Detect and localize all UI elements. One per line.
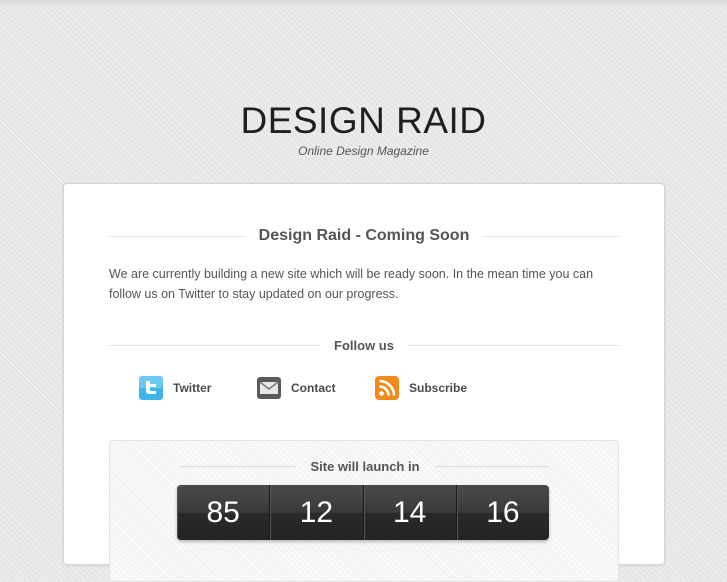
content-card: Design Raid - Coming Soon We are current… [63, 183, 665, 582]
top-shade [0, 0, 727, 8]
countdown-timer: 85 12 14 16 [177, 485, 549, 540]
launch-heading-row: Site will launch in [180, 459, 551, 474]
contact-label: Contact [291, 381, 336, 395]
subscribe-label: Subscribe [409, 381, 468, 395]
intro-text: We are currently building a new site whi… [109, 267, 594, 301]
follow-heading-row: Follow us [109, 338, 620, 353]
countdown-panel: Site will launch in 85 12 14 16 [109, 440, 619, 582]
twitter-link[interactable]: Twitter [139, 376, 257, 400]
launch-heading: Site will launch in [310, 459, 420, 474]
divider-line [109, 235, 245, 237]
divider-line [433, 466, 551, 467]
divider-line [180, 466, 297, 467]
subscribe-link[interactable]: Subscribe [375, 376, 495, 400]
countdown-hours: 12 [270, 485, 364, 540]
countdown-days: 85 [177, 485, 271, 540]
twitter-label: Twitter [173, 381, 212, 395]
follow-heading: Follow us [334, 338, 394, 353]
divider-line [407, 345, 620, 346]
site-header: DESIGN RAID Online Design Magazine [0, 100, 727, 159]
divider-line [483, 235, 620, 237]
countdown-seconds: 16 [456, 485, 549, 540]
divider-line [109, 345, 321, 346]
mail-icon [257, 377, 281, 399]
site-title: DESIGN RAID [240, 100, 487, 141]
contact-link[interactable]: Contact [257, 376, 375, 400]
main-heading: Design Raid - Coming Soon [258, 227, 470, 244]
countdown-minutes: 14 [363, 485, 457, 540]
twitter-icon [139, 376, 163, 400]
rss-icon [375, 376, 399, 400]
site-tagline: Online Design Magazine [298, 144, 429, 158]
main-heading-row: Design Raid - Coming Soon [109, 227, 620, 245]
social-links: Twitter Contact Subscribe [139, 376, 495, 400]
